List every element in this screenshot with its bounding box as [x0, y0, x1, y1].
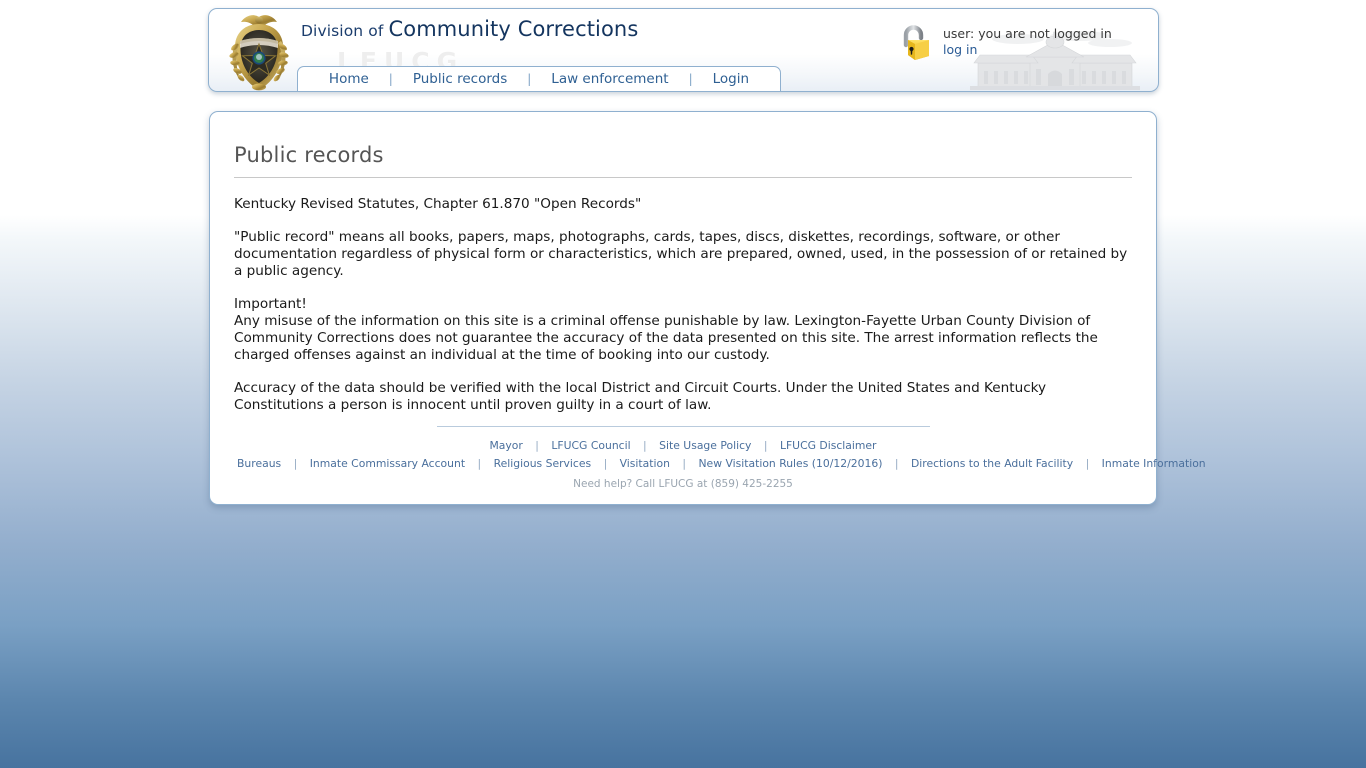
footer-separator: | — [1085, 457, 1090, 470]
log-in-link[interactable]: log in — [943, 42, 1112, 58]
statute-line: Kentucky Revised Statutes, Chapter 61.87… — [234, 196, 642, 212]
footer-separator: | — [763, 439, 768, 452]
footer-separator: | — [535, 439, 539, 452]
footer-link-mayor[interactable]: Mayor — [486, 439, 525, 452]
public-record-definition: "Public record" means all books, papers,… — [234, 229, 1128, 279]
footer-separator: | — [894, 457, 899, 470]
user-status-text: user: you are not logged in — [943, 26, 1112, 41]
nav-item-public-records[interactable]: Public records — [393, 68, 527, 91]
nav-item-home[interactable]: Home — [309, 68, 389, 91]
footer-link-bureaus[interactable]: Bureaus — [234, 457, 284, 470]
footer-separator: | — [477, 457, 482, 470]
footer-links-row-2: Bureaus | Inmate Commissary Account | Re… — [234, 455, 1206, 473]
footer-link-directions-to-adult-facility[interactable]: Directions to the Adult Facility — [908, 457, 1076, 470]
footer-link-visitation[interactable]: Visitation — [617, 457, 673, 470]
footer-link-new-visitation-rules[interactable]: New Visitation Rules (10/12/2016) — [695, 457, 885, 470]
site-header: Division of Community Corrections LFUCG — [208, 8, 1159, 92]
footer-divider — [436, 426, 930, 427]
title-divider — [234, 177, 1132, 178]
footer-link-religious-services[interactable]: Religious Services — [491, 457, 595, 470]
footer-link-lfucg-council[interactable]: LFUCG Council — [548, 439, 633, 452]
site-footer: Mayor | LFUCG Council | Site Usage Polic… — [234, 426, 1206, 490]
footer-links-row-1: Mayor | LFUCG Council | Site Usage Polic… — [234, 437, 1132, 455]
accuracy-notice-text: Accuracy of the data should be verified … — [234, 380, 1047, 413]
page-title: Public records — [234, 143, 384, 167]
footer-separator: | — [293, 457, 298, 470]
footer-link-lfucg-disclaimer[interactable]: LFUCG Disclaimer — [777, 439, 880, 452]
brand-division-name: Community Corrections — [388, 17, 639, 41]
brand-division-prefix: Division of — [301, 22, 384, 40]
content-card: Public records Kentucky Revised Statutes… — [209, 111, 1206, 505]
user-login-block: user: you are not logged in log in — [895, 21, 1112, 65]
main-navigation: Home | Public records | Law enforcement … — [297, 66, 781, 91]
open-padlock-icon — [895, 21, 935, 65]
footer-link-inmate-commissary-account[interactable]: Inmate Commissary Account — [307, 457, 468, 470]
footer-separator: | — [643, 439, 647, 452]
nav-item-law-enforcement[interactable]: Law enforcement — [531, 68, 688, 91]
footer-link-inmate-information[interactable]: Inmate Information — [1099, 457, 1209, 470]
footer-separator: | — [682, 457, 687, 470]
nav-item-login[interactable]: Login — [693, 68, 769, 91]
footer-link-site-usage-policy[interactable]: Site Usage Policy — [656, 439, 754, 452]
footer-help-text: Need help? Call LFUCG at (859) 425-2255 — [573, 478, 793, 490]
footer-separator: | — [603, 457, 608, 470]
police-badge-emblem-icon — [223, 11, 295, 91]
important-label: Important! — [234, 296, 307, 312]
important-notice-text: Any misuse of the information on this si… — [234, 313, 1098, 363]
